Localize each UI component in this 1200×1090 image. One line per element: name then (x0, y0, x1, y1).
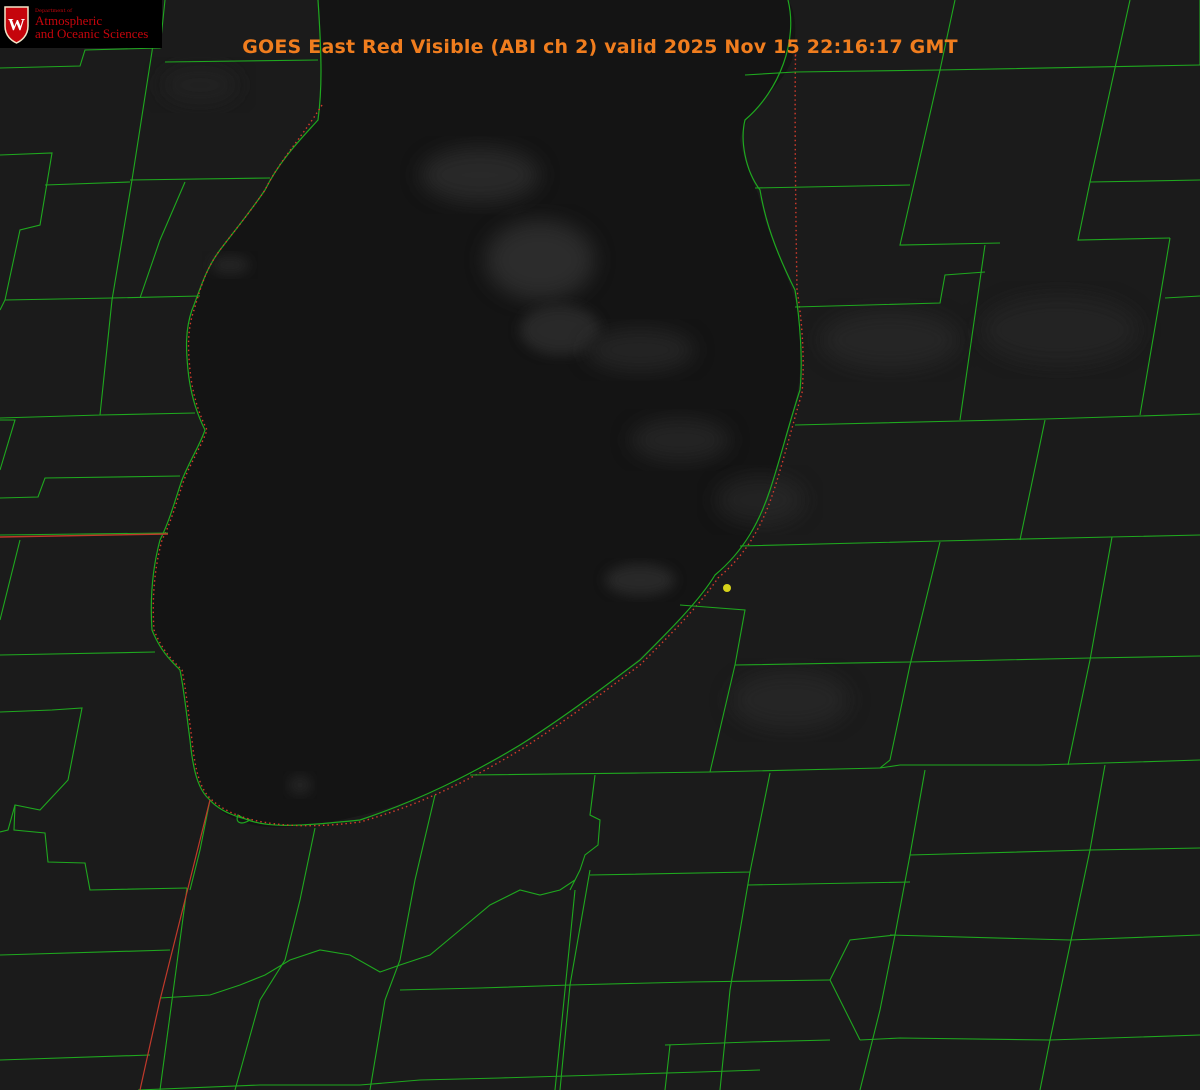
svg-text:W: W (8, 15, 25, 34)
image-title: GOES East Red Visible (ABI ch 2) valid 2… (242, 36, 958, 58)
satellite-map (0, 0, 1200, 1090)
satellite-image-viewer: W Department of Atmospheric and Oceanic … (0, 0, 1200, 1090)
site-marker-icon (723, 584, 731, 592)
